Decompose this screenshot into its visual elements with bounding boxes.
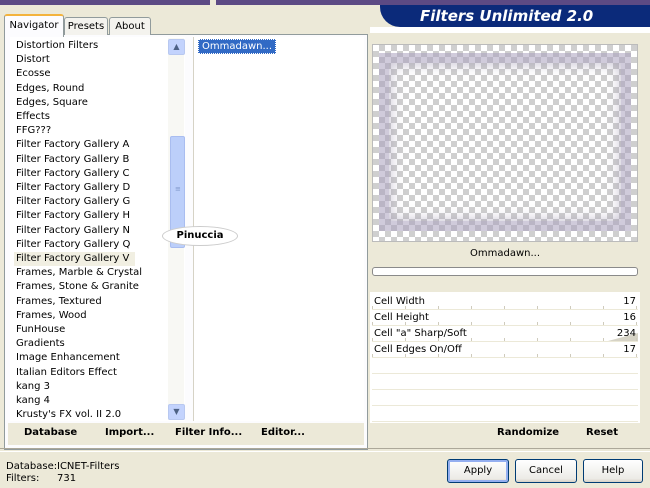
- category-item[interactable]: Frames, Stone & Granite: [16, 280, 139, 294]
- category-item[interactable]: Filter Factory Gallery N: [16, 224, 130, 238]
- import-button[interactable]: Import...: [105, 427, 154, 438]
- category-item[interactable]: Filter Factory Gallery V: [14, 252, 136, 266]
- category-item[interactable]: Krusty's FX vol. II 2.0: [16, 408, 121, 422]
- param-row[interactable]: Cell Height 16: [372, 310, 638, 326]
- scroll-up-button[interactable]: ▲: [168, 39, 185, 55]
- category-item[interactable]: Filter Factory Gallery B: [16, 153, 129, 167]
- category-item[interactable]: Filter Factory Gallery H: [16, 209, 130, 223]
- category-item[interactable]: Distortion Filters: [16, 39, 98, 53]
- slider-ticks: [372, 338, 638, 341]
- cancel-button[interactable]: Cancel: [515, 459, 577, 483]
- category-item[interactable]: Italian Editors Effect: [16, 366, 117, 380]
- editor-button[interactable]: Editor...: [261, 427, 305, 438]
- category-item[interactable]: Filter Factory Gallery C: [16, 167, 129, 181]
- param-row[interactable]: Cell Width 17: [372, 294, 638, 310]
- category-item[interactable]: Filter Factory Gallery Q: [16, 238, 130, 252]
- filters-label: Filters:: [6, 473, 40, 484]
- category-item[interactable]: FFG???: [16, 124, 51, 138]
- slider-ticks: [372, 322, 638, 325]
- param-row-empty: [372, 406, 638, 422]
- database-label: Database:: [6, 461, 58, 472]
- database-button[interactable]: Database: [24, 427, 77, 438]
- category-item[interactable]: Filter Factory Gallery D: [16, 181, 130, 195]
- tab-about[interactable]: About: [109, 17, 151, 35]
- category-item[interactable]: FunHouse: [16, 323, 65, 337]
- tab-navigator[interactable]: Navigator: [4, 14, 64, 37]
- filters-value: 731: [57, 473, 77, 484]
- apply-button[interactable]: Apply: [447, 459, 509, 483]
- param-row-empty: [372, 358, 638, 374]
- preview-image: [372, 44, 638, 242]
- randomize-button[interactable]: Randomize: [497, 427, 559, 438]
- category-item[interactable]: Distort: [16, 53, 50, 67]
- category-item[interactable]: Filter Factory Gallery A: [16, 138, 129, 152]
- category-item[interactable]: Image Enhancement: [16, 351, 120, 365]
- param-row-empty: [372, 390, 638, 406]
- category-item[interactable]: Filter Factory Gallery G: [16, 195, 130, 209]
- category-item[interactable]: Frames, Marble & Crystal: [16, 266, 142, 280]
- scroll-down-button[interactable]: ▼: [168, 404, 185, 420]
- reset-button[interactable]: Reset: [586, 427, 618, 438]
- tab-presets[interactable]: Presets: [64, 17, 108, 35]
- effect-name-label: Ommadawn...: [469, 248, 540, 259]
- watermark-label: Pinuccia: [162, 226, 238, 246]
- param-row[interactable]: Cell "a" Sharp/Soft 234: [372, 326, 638, 342]
- filter-info-button[interactable]: Filter Info...: [175, 427, 242, 438]
- category-item[interactable]: kang 3: [16, 380, 50, 394]
- category-item[interactable]: Frames, Wood: [16, 309, 87, 323]
- category-item[interactable]: Frames, Textured: [16, 295, 102, 309]
- param-row-empty: [372, 374, 638, 390]
- database-value: ICNET-Filters: [57, 461, 120, 472]
- category-item[interactable]: Ecosse: [16, 67, 51, 81]
- category-item[interactable]: Edges, Round: [16, 82, 84, 96]
- category-item[interactable]: Edges, Square: [16, 96, 88, 110]
- help-button[interactable]: Help: [583, 459, 643, 483]
- status-divider: [0, 448, 650, 452]
- slider-ticks: [372, 354, 638, 357]
- progress-bar: [372, 267, 638, 276]
- banner-underline: [370, 27, 650, 33]
- effect-item-selected[interactable]: Ommadawn...: [198, 39, 277, 54]
- category-item[interactable]: Gradients: [16, 337, 65, 351]
- param-row[interactable]: Cell Edges On/Off 17: [372, 342, 638, 358]
- banner-title: Filters Unlimited 2.0: [420, 7, 594, 25]
- category-list[interactable]: Distortion Filters Distort Ecosse Edges, Ro…: [10, 37, 185, 421]
- category-item[interactable]: kang 4: [16, 394, 50, 408]
- category-item[interactable]: Effects: [16, 110, 50, 124]
- slider-ticks: [372, 306, 638, 309]
